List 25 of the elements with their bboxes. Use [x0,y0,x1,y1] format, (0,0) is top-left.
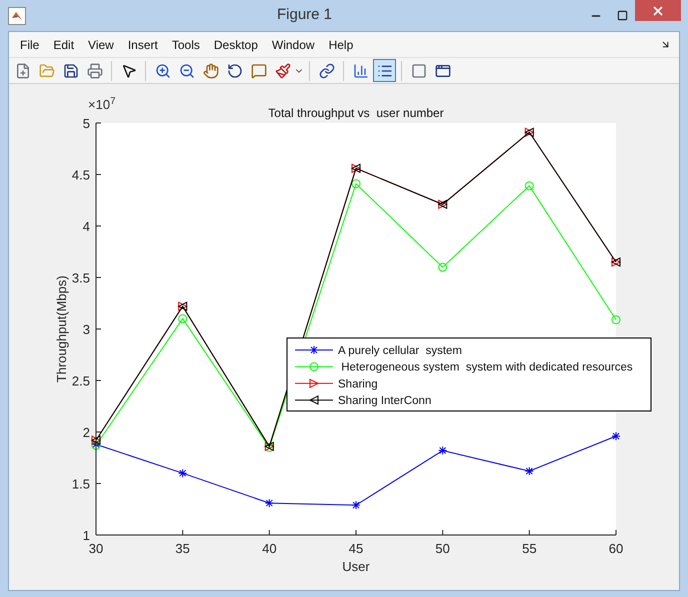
legend-label: A purely cellular system [338,345,462,357]
legend-label: Sharing [338,378,378,390]
x-tick-label: 35 [175,541,190,556]
y-tick-label: 3 [82,322,90,337]
x-tick-label: 45 [348,541,364,556]
y-tick-label: 1.5 [72,476,90,492]
axis-exponent: ×10$^{7}$ [88,97,116,112]
y-tick-label: 2 [82,425,90,440]
y-tick-label: 1 [82,528,90,543]
y-axis-label: Throughput(Mbps) [54,276,69,382]
x-tick-label: 55 [522,541,537,556]
y-tick-label: 5 [82,116,90,131]
window-title: Figure 1 [276,5,334,26]
y-tick-label: 4.5 [72,168,90,182]
x-tick-label: 40 [262,541,277,556]
x-tick-label: 30 [88,541,104,556]
x-axis-label: User [342,559,370,574]
y-tick-label: 2.5 [72,374,90,388]
x-tick-label: 60 [608,541,624,556]
y-tick-label: 3.5 [72,270,90,286]
chart-title: Total throughput vs user number [268,106,444,120]
legend-label: Heterogeneous system system with dedicated resources [341,362,633,374]
x-tick-label: 50 [435,541,450,556]
y-tick-label: 4 [82,219,90,234]
legend-label: Sharing InterConn [338,395,432,408]
